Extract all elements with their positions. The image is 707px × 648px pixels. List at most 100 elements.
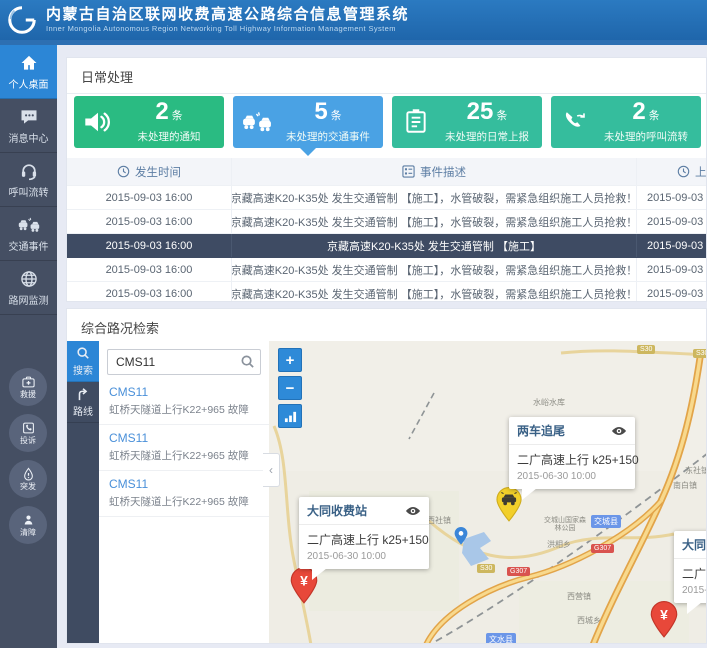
place-label: 水峪水库 — [533, 397, 565, 408]
road-badge: S30 — [477, 564, 495, 573]
road-badge: S30 — [693, 349, 707, 358]
zoom-in-button[interactable]: + — [278, 348, 302, 372]
place-label: 西社镇 — [427, 515, 451, 526]
event-row[interactable]: 2015-09-03 16:00 京藏高速K20-K35处 发生交通管制 【施工… — [67, 186, 707, 210]
emergency-icon — [21, 467, 36, 481]
events-table: 发生时间 事件描述 上报时间 2015-09-03 16:00 京藏高速K20-… — [67, 158, 707, 302]
event-row[interactable]: 2015-09-03 16:00 京藏高速K20-K35处 发生交通管制 【施工… — [67, 258, 707, 282]
result-description: 虹桥天隧道上行K22+965 故障 — [109, 494, 259, 509]
event-description: 京藏高速K20-K35处 发生交通管制 【施工】，水管破裂，需紧急组织施工人员抢… — [232, 258, 637, 281]
popup-road: 二广高速上行 k25+150 — [682, 565, 707, 582]
sidebar-item-call-transfer[interactable]: 呼叫流转 — [0, 153, 57, 207]
quick-action-emergency[interactable]: 突发 — [9, 460, 47, 498]
result-name: CMS11 — [109, 431, 259, 445]
app-subtitle: Inner Mongolia Autonomous Region Network… — [46, 25, 409, 33]
search-icon[interactable] — [240, 354, 255, 369]
event-report-time: 2015-09-03 16:00 — [637, 186, 707, 209]
message-icon — [18, 107, 40, 127]
popup-road: 二广高速上行 k25+150 — [517, 451, 627, 468]
card-label: 未处理的交通事件 — [281, 129, 375, 144]
app-header: 内蒙古自治区联网收费高速公路综合信息管理系统 Inner Mongolia Au… — [0, 0, 707, 40]
search-icon — [76, 346, 90, 360]
place-label: 东社镇 — [685, 465, 707, 476]
search-result-item[interactable]: CMS11 虹桥天隧道上行K22+965 故障 — [99, 379, 269, 425]
event-description: 京藏高速K20-K35处 发生交通管制 【施工】，水管破裂，需紧急组织施工人员抢… — [232, 282, 637, 302]
county-badge: 文水县 — [486, 633, 516, 643]
call-transfer-icon — [560, 109, 590, 135]
app-title: 内蒙古自治区联网收费高速公路综合信息管理系统 — [46, 7, 409, 24]
collapse-results-button[interactable]: ‹ — [263, 453, 280, 487]
card-count: 25 — [467, 98, 494, 125]
event-row-selected[interactable]: 2015-09-03 16:00 京藏高速K20-K35处 发生交通管制 【施工… — [67, 234, 707, 258]
column-event-description: 事件描述 — [232, 158, 637, 185]
road-badge: G307 — [507, 567, 530, 576]
road-badge: S30 — [637, 345, 655, 354]
place-label: 西城乡 — [577, 615, 601, 626]
event-time: 2015-09-03 16:00 — [67, 234, 232, 257]
event-report-time: 2015-09-03 16:00 — [637, 210, 707, 233]
column-report-time: 上报时间 — [637, 158, 707, 185]
sidebar-item-message-center[interactable]: 消息中心 — [0, 99, 57, 153]
map-canvas[interactable]: + − S30 S30 S30 S30 G307 G307 交城县 文水县 水峪… — [269, 341, 707, 643]
zoom-levels-button[interactable] — [278, 404, 302, 428]
quick-action-complaint[interactable]: 投诉 — [9, 414, 47, 452]
list-icon — [402, 165, 415, 178]
toll-station-marker-icon[interactable]: ¥ — [649, 601, 679, 638]
sidebar-item-personal-desktop[interactable]: 个人桌面 — [0, 45, 57, 99]
card-unprocessed-call-transfers[interactable]: 2条 未处理的呼叫流转 — [551, 96, 701, 148]
event-row[interactable]: 2015-09-03 16:00 京藏高速K20-K35处 发生交通管制 【施工… — [67, 210, 707, 234]
stat-cards: 2条 未处理的通知 5条 未处理的交通事件 25条 未处理的日常上报 — [67, 94, 707, 158]
road-badge: G307 — [591, 544, 614, 553]
map-popup-datong-toll-clipped: 大同收费站 二广高速上行 k25+150 2015-06-30 10:00 — [674, 531, 707, 603]
quick-action-rescue[interactable]: 救援 — [9, 368, 47, 406]
complaint-icon — [21, 421, 36, 435]
headset-icon — [18, 161, 40, 181]
accident-car-marker-icon[interactable] — [495, 487, 523, 522]
event-time: 2015-09-03 16:00 — [67, 258, 232, 281]
card-unprocessed-notices[interactable]: 2条 未处理的通知 — [74, 96, 224, 148]
sidebar-item-traffic-events[interactable]: 交通事件 — [0, 207, 57, 261]
search-result-item[interactable]: CMS11 虹桥天隧道上行K22+965 故障 — [99, 471, 269, 517]
place-label: 洪相乡 — [547, 539, 571, 550]
result-name: CMS11 — [109, 477, 259, 491]
eye-icon[interactable] — [611, 426, 627, 436]
quick-action-clearance[interactable]: 清障 — [9, 506, 47, 544]
route-icon — [76, 387, 90, 401]
location-pin-icon[interactable] — [454, 526, 468, 546]
daily-panel-title: 日常处理 — [67, 58, 706, 94]
event-description: 京藏高速K20-K35处 发生交通管制 【施工】 — [232, 234, 637, 257]
map-popup-rear-end-collision: 两车追尾 二广高速上行 k25+150 2015-06-30 10:00 — [509, 417, 635, 489]
zoom-out-button[interactable]: − — [278, 376, 302, 400]
application-window: 内蒙古自治区联网收费高速公路综合信息管理系统 Inner Mongolia Au… — [0, 0, 707, 648]
daily-processing-panel: 日常处理 2条 未处理的通知 5条 未处理的交通事件 2 — [66, 57, 707, 302]
card-count: 2 — [155, 98, 168, 125]
card-unprocessed-daily-reports[interactable]: 25条 未处理的日常上报 — [392, 96, 542, 148]
tab-search[interactable]: 搜索 — [67, 341, 99, 382]
result-name: CMS11 — [109, 385, 259, 399]
search-result-item[interactable]: CMS11 虹桥天隧道上行K22+965 故障 — [99, 425, 269, 471]
place-label: 交城山国家森林公园 — [541, 517, 589, 533]
svg-text:¥: ¥ — [300, 573, 308, 589]
tab-route[interactable]: 路线 — [67, 382, 99, 423]
clearance-icon — [21, 513, 36, 527]
card-label: 未处理的日常上报 — [440, 129, 534, 144]
report-icon — [401, 109, 431, 135]
event-time: 2015-09-03 16:00 — [67, 210, 232, 233]
event-row[interactable]: 2015-09-03 16:00 京藏高速K20-K35处 发生交通管制 【施工… — [67, 282, 707, 302]
svg-text:¥: ¥ — [660, 607, 668, 623]
popup-title: 大同收费站 — [682, 536, 707, 553]
county-badge: 交城县 — [591, 515, 621, 528]
map-roads-layer — [269, 341, 707, 643]
search-input[interactable] — [107, 349, 261, 375]
popup-title: 大同收费站 — [307, 502, 367, 519]
card-count: 5 — [314, 98, 327, 125]
result-description: 虹桥天隧道上行K22+965 故障 — [109, 448, 259, 463]
card-unprocessed-traffic-events[interactable]: 5条 未处理的交通事件 — [233, 96, 383, 148]
collision-icon — [242, 109, 272, 135]
events-table-header: 发生时间 事件描述 上报时间 — [67, 158, 707, 186]
map-controls: + − — [278, 348, 302, 432]
card-label: 未处理的通知 — [122, 129, 216, 144]
selected-card-pointer — [300, 148, 316, 156]
sidebar-item-road-network-monitor[interactable]: 路网监测 — [0, 261, 57, 315]
eye-icon[interactable] — [405, 506, 421, 516]
